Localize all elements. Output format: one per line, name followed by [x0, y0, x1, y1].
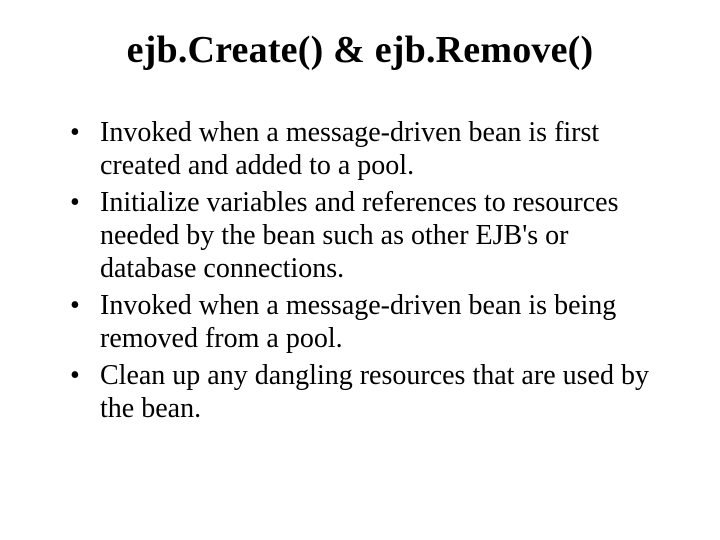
bullet-list: Invoked when a message-driven bean is fi…	[50, 116, 670, 425]
list-item: Initialize variables and references to r…	[70, 186, 660, 285]
slide-title: ejb.Create() & ejb.Remove()	[50, 28, 670, 72]
slide: ejb.Create() & ejb.Remove() Invoked when…	[0, 0, 720, 540]
list-item: Invoked when a message-driven bean is be…	[70, 289, 660, 355]
list-item: Clean up any dangling resources that are…	[70, 359, 660, 425]
list-item: Invoked when a message-driven bean is fi…	[70, 116, 660, 182]
